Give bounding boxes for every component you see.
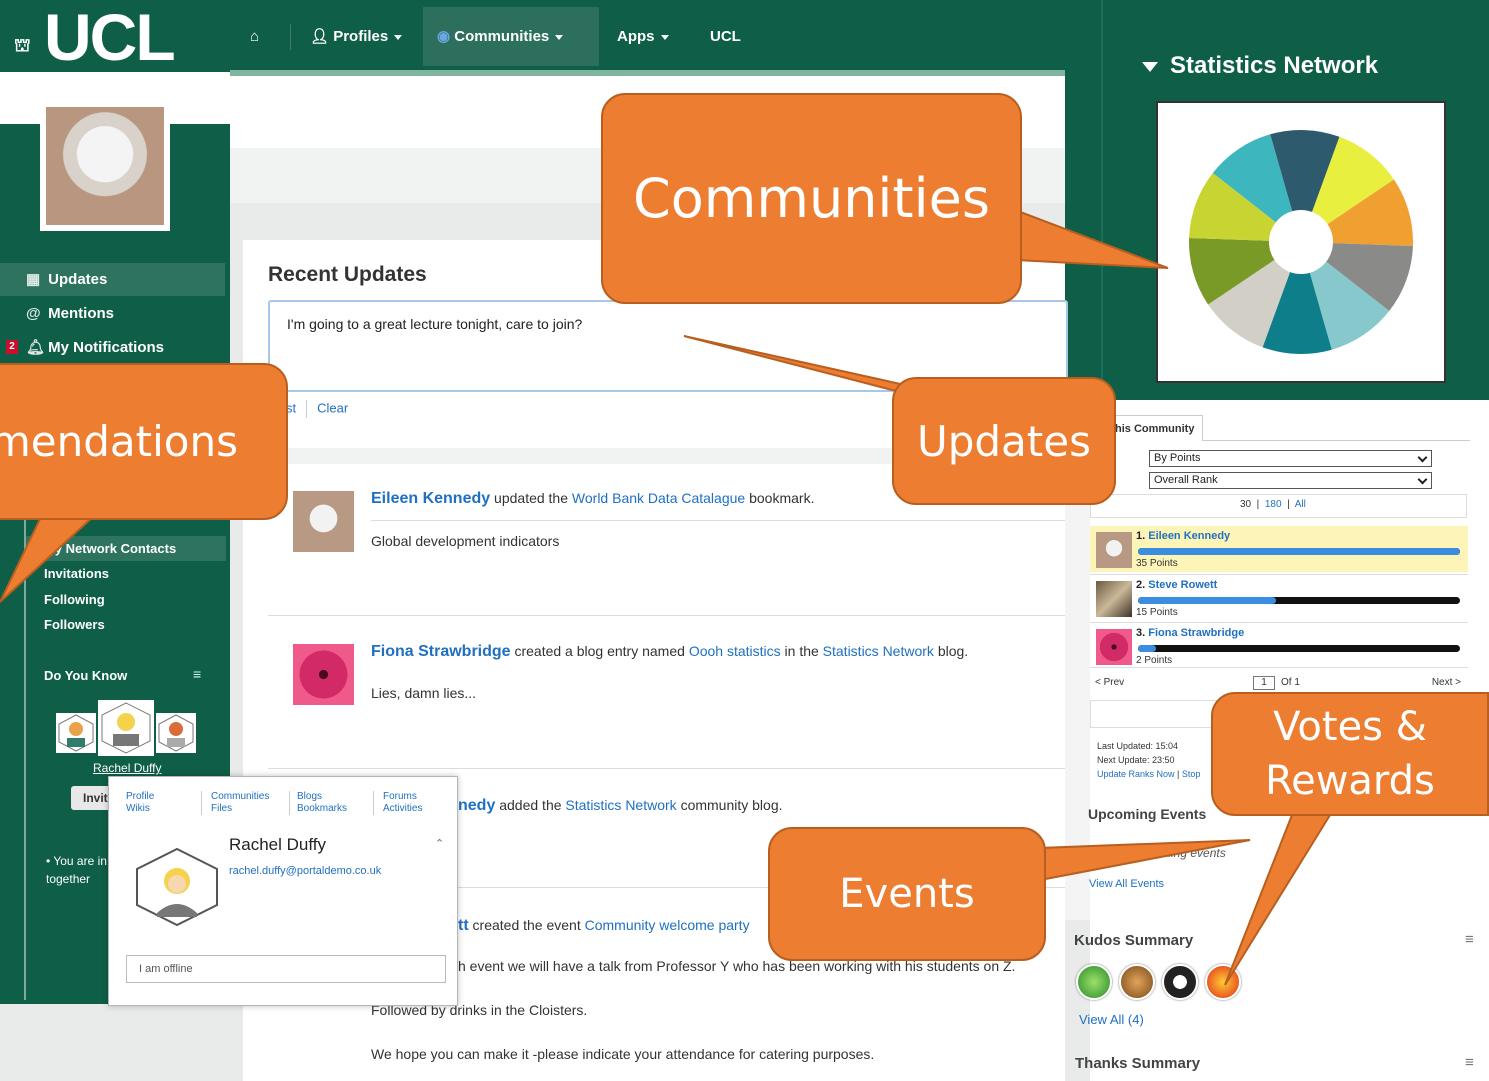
communities-callout: Communities (601, 93, 1022, 304)
events-callout: Events (768, 827, 1046, 961)
updates-callout: Updates (892, 377, 1116, 505)
communities-callout-tail (1014, 208, 1169, 269)
recommendations-callout-tail (0, 514, 98, 603)
events-callout-tail (1039, 839, 1251, 882)
votes-rewards-callout: Votes & Rewards (1211, 692, 1489, 816)
recommendations-callout: mendations (0, 363, 288, 520)
